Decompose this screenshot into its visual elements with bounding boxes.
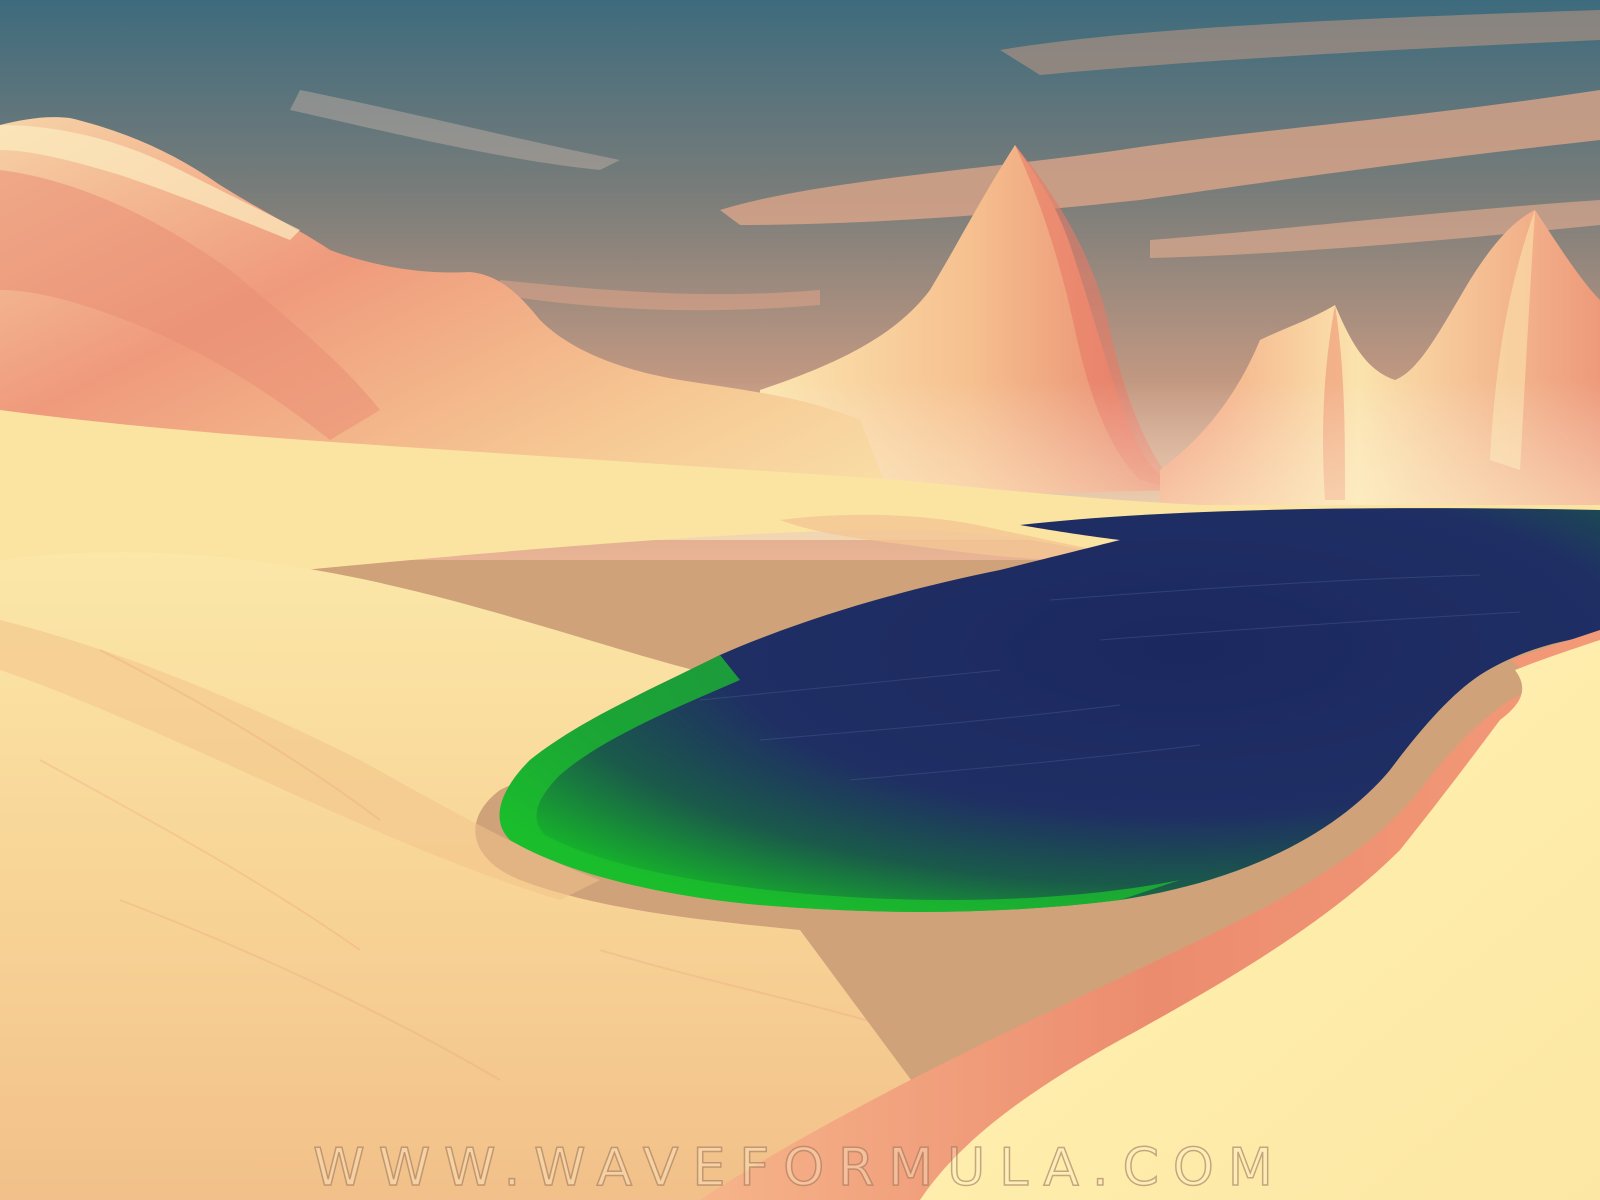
landscape-image: WWW.WAVEFORMULA.COM xyxy=(0,0,1600,1200)
landscape-svg xyxy=(0,0,1600,1200)
watermark-text: WWW.WAVEFORMULA.COM xyxy=(313,1138,1287,1198)
